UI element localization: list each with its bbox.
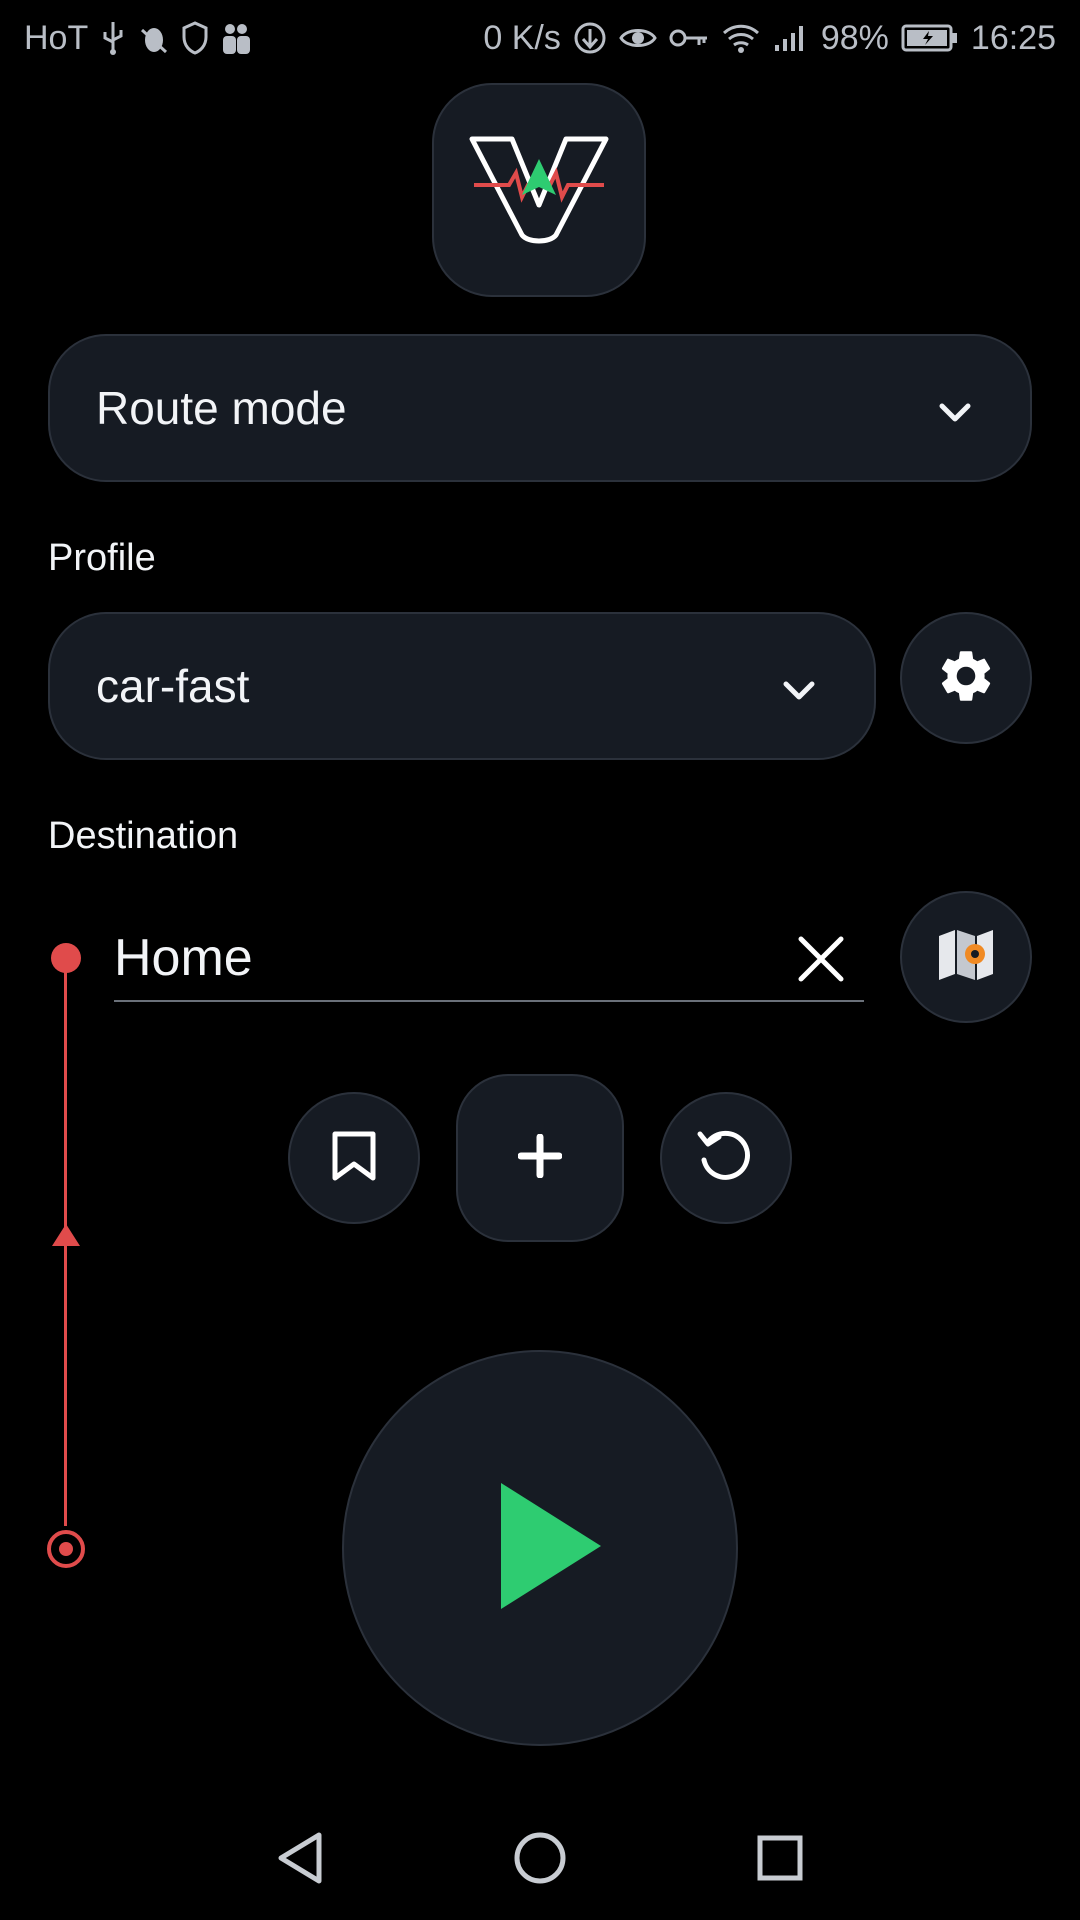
app-logo-icon (469, 136, 609, 244)
recents-square-icon (756, 1834, 804, 1887)
route-origin-target-icon (45, 1528, 87, 1570)
shield-icon (182, 21, 208, 55)
status-left: HoT (24, 14, 252, 62)
home-circle-icon (513, 1831, 567, 1890)
destination-field[interactable] (114, 918, 864, 1002)
destination-label: Destination (48, 815, 239, 857)
bug-icon (138, 20, 170, 56)
status-right: 0 K/s 98% 16:25 (483, 14, 1056, 62)
nav-back-button[interactable] (270, 1830, 330, 1890)
profile-label: Profile (48, 537, 156, 579)
undo-icon (696, 1128, 756, 1189)
route-mode-value: Route mode (96, 382, 347, 434)
network-speed: 0 K/s (483, 18, 561, 57)
app-logo (432, 83, 646, 297)
destination-input[interactable] (114, 918, 754, 998)
eye-icon (619, 23, 657, 53)
map-icon (937, 928, 995, 987)
profile-dropdown[interactable]: car-fast (48, 612, 876, 760)
add-waypoint-button[interactable] (456, 1074, 624, 1242)
profile-settings-button[interactable] (900, 612, 1032, 744)
battery-charging-icon (901, 23, 959, 53)
clear-destination-button[interactable] (796, 936, 846, 986)
status-bar: HoT 0 K/s 98% 16:25 (0, 0, 1080, 76)
usb-icon (100, 20, 126, 56)
system-navigation-bar (0, 1800, 1080, 1920)
gear-icon (935, 645, 997, 712)
nav-home-button[interactable] (510, 1830, 570, 1890)
reset-route-button[interactable] (660, 1092, 792, 1224)
users-icon (220, 21, 252, 55)
plus-icon (517, 1133, 563, 1183)
route-start-dot (51, 943, 81, 973)
clock-time: 16:25 (970, 18, 1056, 57)
profile-value: car-fast (96, 660, 250, 712)
key-icon (669, 26, 709, 50)
nav-recents-button[interactable] (750, 1830, 810, 1890)
pick-on-map-button[interactable] (900, 891, 1032, 1023)
carrier-name: HoT (24, 18, 89, 57)
close-icon (797, 935, 845, 988)
bookmarks-button[interactable] (288, 1092, 420, 1224)
wifi-icon (721, 22, 761, 54)
chevron-down-icon (938, 381, 972, 435)
chevron-down-icon (782, 659, 816, 713)
signal-icon (773, 23, 809, 53)
data-saver-icon (573, 21, 607, 55)
battery-percent: 98% (820, 18, 889, 57)
back-triangle-icon (275, 1831, 325, 1890)
bookmark-icon (331, 1130, 377, 1187)
play-icon (501, 1482, 601, 1614)
route-direction-arrow-icon (50, 1222, 82, 1253)
route-mode-dropdown[interactable]: Route mode (48, 334, 1032, 482)
start-navigation-button[interactable] (342, 1350, 738, 1746)
